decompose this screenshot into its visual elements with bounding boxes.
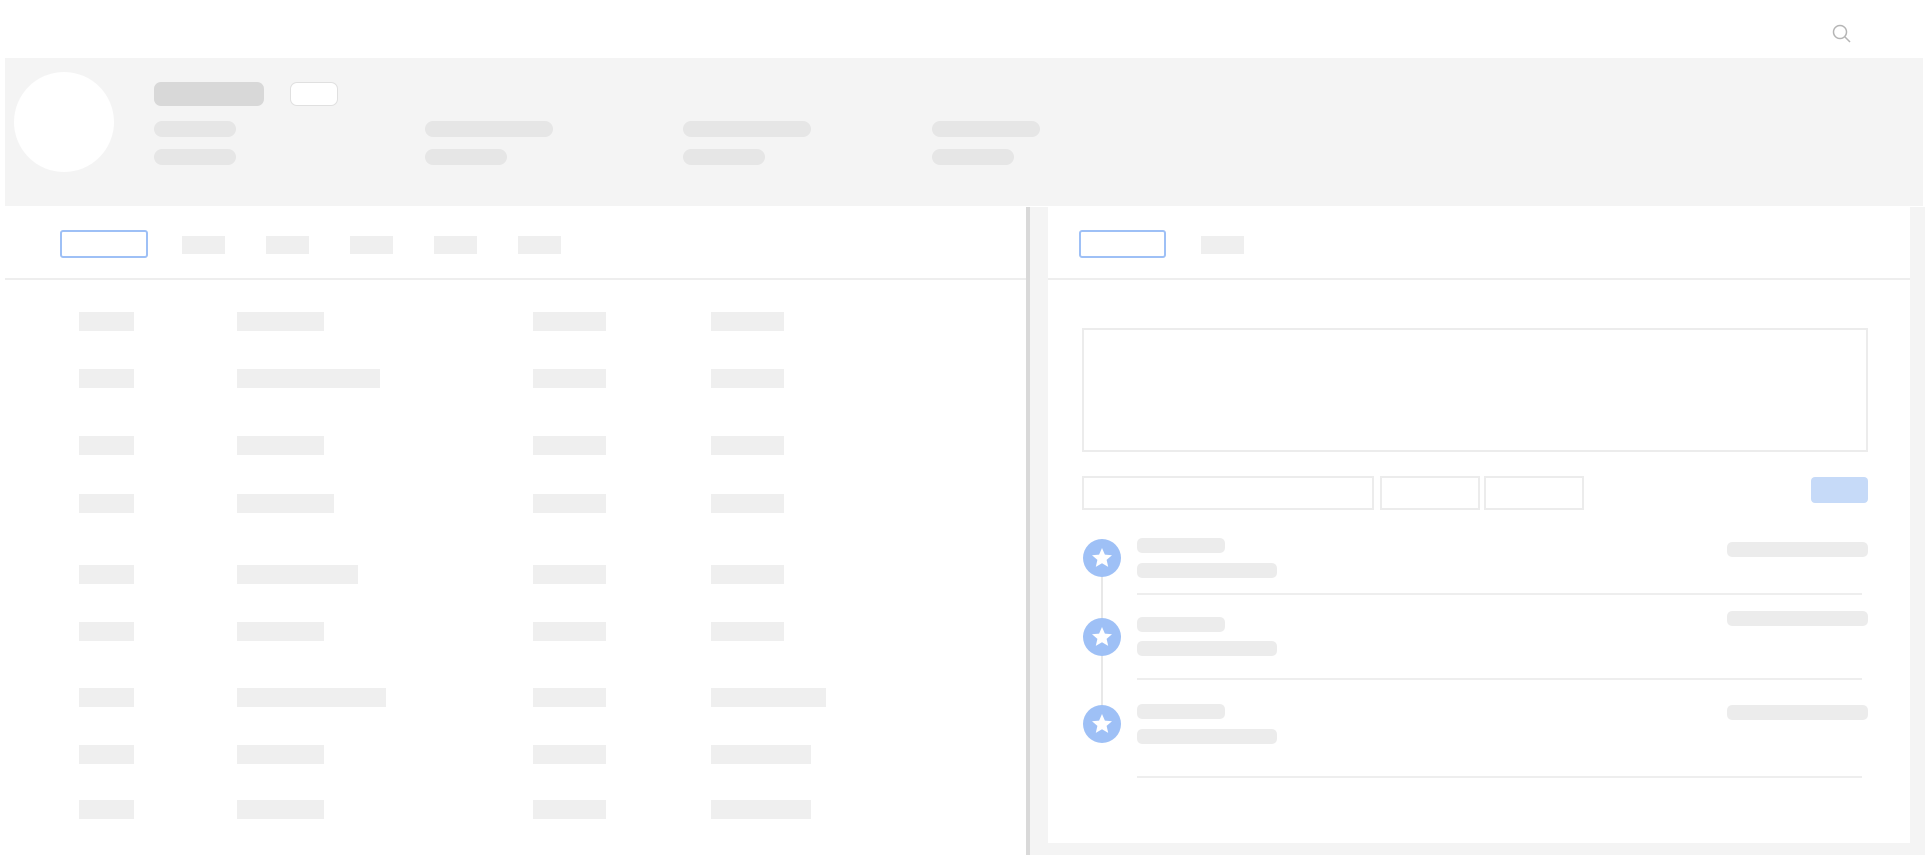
table-cell-placeholder xyxy=(711,800,811,819)
header-field-label-placeholder xyxy=(932,121,1040,137)
table-cell-placeholder xyxy=(79,688,134,707)
header-field-label-placeholder xyxy=(683,121,811,137)
table-cell-placeholder xyxy=(533,688,606,707)
table-cell-placeholder xyxy=(79,800,134,819)
header-field-label-placeholder xyxy=(425,121,553,137)
table-cell-placeholder xyxy=(711,436,784,455)
avatar[interactable] xyxy=(14,72,114,172)
table-cell-placeholder xyxy=(533,622,606,641)
left-tab-4[interactable] xyxy=(350,236,393,254)
left-tab-bar xyxy=(5,207,1027,280)
table-cell-placeholder xyxy=(79,369,134,388)
timeline-subtitle-placeholder xyxy=(1137,641,1277,656)
table-cell-placeholder xyxy=(533,494,606,513)
submit-button[interactable] xyxy=(1811,477,1868,503)
header-field-value-placeholder xyxy=(683,149,765,165)
table-cell-placeholder xyxy=(237,622,324,641)
timeline-subtitle-placeholder xyxy=(1137,729,1277,744)
table-cell-placeholder xyxy=(79,436,134,455)
table-cell-placeholder xyxy=(533,745,606,764)
left-tab-2[interactable] xyxy=(182,236,225,254)
table-cell-placeholder xyxy=(79,622,134,641)
select-input[interactable] xyxy=(1380,476,1480,510)
profile-name-placeholder xyxy=(154,82,264,106)
header-field-value-placeholder xyxy=(932,149,1014,165)
right-panel xyxy=(1048,207,1910,843)
table-cell-placeholder xyxy=(711,565,784,584)
table-cell-placeholder xyxy=(237,745,324,764)
divider xyxy=(1137,678,1862,680)
header-field-value-placeholder xyxy=(425,149,507,165)
table-cell-placeholder xyxy=(533,800,606,819)
timeline-meta-placeholder xyxy=(1727,705,1868,720)
left-tab-3[interactable] xyxy=(266,236,309,254)
table-cell-placeholder xyxy=(79,745,134,764)
right-tab-bar xyxy=(1048,207,1910,280)
table-cell-placeholder xyxy=(711,688,826,707)
header-field-value-placeholder xyxy=(154,149,236,165)
table-cell-placeholder xyxy=(237,494,334,513)
timeline-title-placeholder xyxy=(1137,538,1225,553)
table-cell-placeholder xyxy=(533,565,606,584)
header-field-label-placeholder xyxy=(154,121,236,137)
table-cell-placeholder xyxy=(711,494,784,513)
table-cell-placeholder xyxy=(79,312,134,331)
left-tab-5[interactable] xyxy=(434,236,477,254)
top-bar xyxy=(0,0,1925,58)
left-tab-6[interactable] xyxy=(518,236,561,254)
table-cell-placeholder xyxy=(711,312,784,331)
star-icon xyxy=(1083,618,1121,656)
search-icon[interactable] xyxy=(1832,24,1852,44)
left-tab-1[interactable] xyxy=(60,230,148,258)
timeline-meta-placeholder xyxy=(1727,611,1868,626)
table-cell-placeholder xyxy=(237,312,324,331)
table-cell-placeholder xyxy=(533,436,606,455)
table-cell-placeholder xyxy=(237,565,358,584)
text-input[interactable] xyxy=(1082,476,1374,510)
table-cell-placeholder xyxy=(533,312,606,331)
table-cell-placeholder xyxy=(79,565,134,584)
divider xyxy=(1137,593,1862,595)
star-icon xyxy=(1083,539,1121,577)
table-cell-placeholder xyxy=(237,436,324,455)
timeline-title-placeholder xyxy=(1137,704,1225,719)
star-icon xyxy=(1083,705,1121,743)
left-panel xyxy=(5,207,1027,855)
right-tab-1[interactable] xyxy=(1079,230,1166,258)
table-cell-placeholder xyxy=(533,369,606,388)
right-tab-2[interactable] xyxy=(1201,236,1244,254)
timeline-meta-placeholder xyxy=(1727,542,1868,557)
status-badge xyxy=(290,82,338,106)
table-cell-placeholder xyxy=(237,369,380,388)
timeline-subtitle-placeholder xyxy=(1137,563,1277,578)
table-cell-placeholder xyxy=(711,745,811,764)
divider xyxy=(1137,776,1862,778)
table-cell-placeholder xyxy=(711,622,784,641)
table-cell-placeholder xyxy=(79,494,134,513)
table-cell-placeholder xyxy=(237,688,386,707)
comment-textarea[interactable] xyxy=(1082,328,1868,452)
table-cell-placeholder xyxy=(237,800,324,819)
timeline-title-placeholder xyxy=(1137,617,1225,632)
table-cell-placeholder xyxy=(711,369,784,388)
select-input[interactable] xyxy=(1484,476,1584,510)
